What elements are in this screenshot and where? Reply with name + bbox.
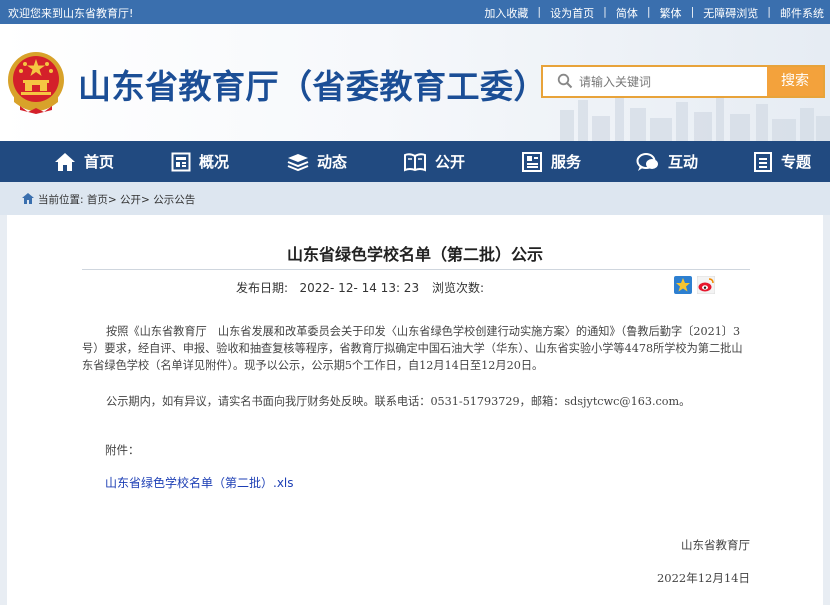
article-panel: 山东省绿色学校名单（第二批）公示 发布日期: 2022- 12- 14 13: …	[7, 215, 823, 605]
search-icon	[557, 73, 573, 89]
welcome-text: 欢迎您来到山东省教育厅!	[8, 7, 134, 20]
nav-label: 服务	[551, 153, 582, 171]
weibo-share-icon[interactable]	[697, 276, 715, 294]
home-small-icon	[22, 193, 34, 204]
separator: |	[603, 5, 607, 18]
national-emblem-icon	[8, 52, 64, 114]
views-label: 浏览次数:	[432, 281, 485, 295]
book-icon	[404, 152, 426, 171]
attachment-label: 附件：	[105, 443, 140, 457]
separator: |	[646, 5, 651, 18]
accessibility-link[interactable]: 无障碍浏览	[703, 5, 758, 21]
breadcrumb-prefix: 当前位置:	[38, 194, 84, 206]
search-button[interactable]: 搜索	[767, 67, 823, 96]
traditional-chinese-link[interactable]: 繁体	[660, 5, 682, 21]
separator: |	[767, 5, 771, 18]
set-homepage-link[interactable]: 设为首页	[550, 5, 594, 21]
news-icon	[287, 153, 309, 171]
article-title: 山东省绿色学校名单（第二批）公示	[286, 245, 543, 264]
nav-item-topic[interactable]: 专题	[753, 141, 811, 182]
nav-item-home[interactable]: 首页	[54, 141, 114, 182]
topic-icon	[754, 151, 772, 172]
nav-item-open[interactable]: 公开	[403, 141, 465, 182]
date-value: 2022- 12- 14 13: 23	[299, 281, 420, 295]
search-input[interactable]	[579, 71, 765, 93]
site-title: 山东省教育厅（省委教育工委）	[78, 67, 547, 106]
signature: 山东省教育厅	[681, 538, 750, 552]
nav-label: 首页	[84, 153, 115, 171]
attachment-link[interactable]: 山东省绿色学校名单（第二批）.xls	[105, 474, 294, 491]
breadcrumb: 当前位置: 首页> 公开> 公示公告	[0, 182, 830, 215]
sign-date: 2022年12月14日	[656, 571, 750, 585]
date-label: 发布日期:	[236, 281, 289, 295]
separator: |	[537, 5, 542, 18]
nav-item-service[interactable]: 服务	[521, 141, 581, 182]
article-paragraph-2: 公示期内，如有异议，请实名书面向我厅财务处反映。联系电话：0531-517937…	[106, 395, 691, 408]
view-count: 浏览次数:	[432, 279, 484, 296]
add-favorite-link[interactable]: 加入收藏	[484, 5, 528, 21]
divider	[82, 269, 750, 270]
chat-icon	[636, 152, 658, 171]
nav-label: 动态	[317, 153, 348, 171]
breadcrumb-home[interactable]: 首页	[87, 194, 108, 206]
search-box: 搜索	[541, 65, 825, 98]
article-paragraph-1: 按照《山东省教育厅 山东省发展和改革委员会关于印发〈山东省绿色学校创建行动实施方…	[82, 325, 743, 372]
overview-icon	[171, 152, 191, 171]
breadcrumb-notice[interactable]: 公示公告	[153, 194, 195, 206]
home-icon	[55, 152, 75, 171]
simplified-chinese-link[interactable]: 简体	[616, 5, 638, 21]
breadcrumb-trail: 当前位置: 首页> 公开> 公示公告	[38, 192, 195, 207]
nav-item-interaction[interactable]: 互动	[636, 141, 698, 182]
main-nav: 首页 概况 动态 公开 服务 互动 专题	[0, 141, 830, 182]
service-icon	[522, 151, 542, 172]
nav-label: 概况	[199, 153, 230, 171]
top-links: 加入收藏 | 设为首页 | 简体 | 繁体 | 无障碍浏览 | 邮件系统	[484, 5, 824, 21]
qzone-share-icon[interactable]	[674, 276, 692, 294]
site-header: 山东省教育厅（省委教育工委） 搜索	[0, 24, 830, 141]
breadcrumb-sep: >	[107, 194, 117, 206]
nav-label: 公开	[435, 153, 466, 171]
separator: |	[690, 5, 695, 18]
breadcrumb-sep: >	[141, 194, 150, 206]
nav-item-news[interactable]: 动态	[287, 141, 347, 182]
publish-date: 发布日期: 2022- 12- 14 13: 23	[236, 279, 419, 296]
breadcrumb-open[interactable]: 公开	[120, 194, 141, 206]
top-bar: 欢迎您来到山东省教育厅! 加入收藏 | 设为首页 | 简体 | 繁体 | 无障碍…	[0, 0, 830, 24]
nav-label: 专题	[781, 153, 812, 171]
nav-item-overview[interactable]: 概况	[171, 141, 229, 182]
nav-label: 互动	[668, 153, 699, 171]
mail-system-link[interactable]: 邮件系统	[780, 5, 824, 21]
